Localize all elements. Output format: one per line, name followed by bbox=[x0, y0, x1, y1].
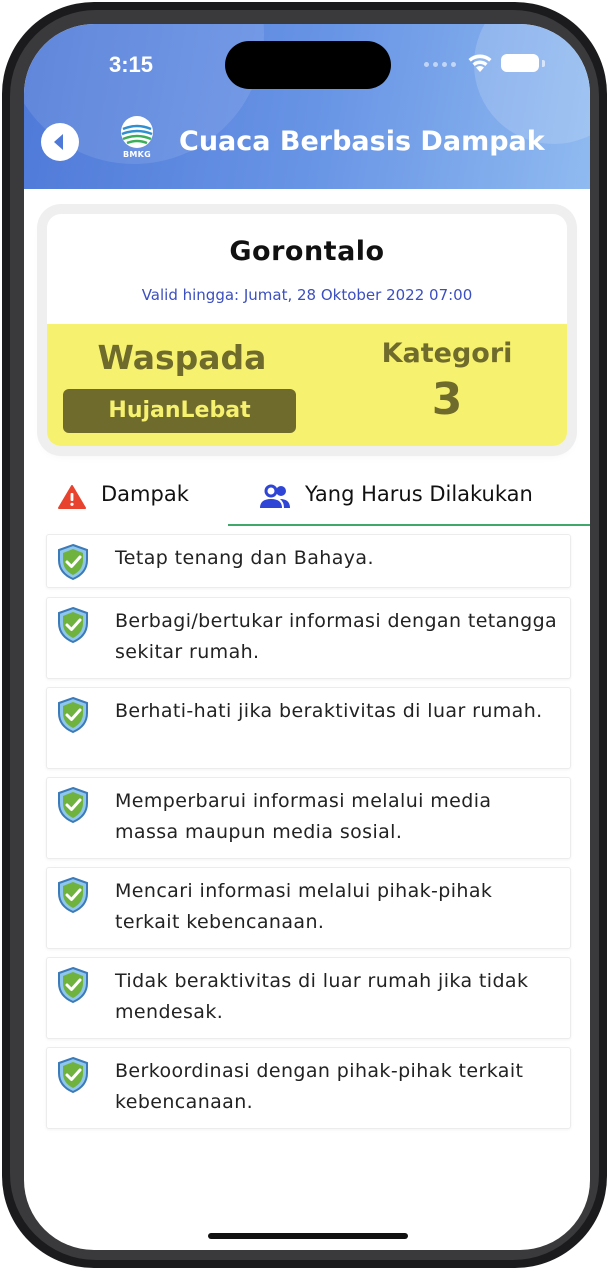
list-item-text: Mencari informasi melalui pihak-pihak te… bbox=[115, 880, 493, 933]
shield-check-icon bbox=[58, 696, 88, 734]
shield-check-icon bbox=[58, 1056, 88, 1094]
list-item-text: Berbagi/bertukar informasi dengan tetang… bbox=[115, 610, 558, 663]
tab-yang-harus-dilakukan[interactable]: Yang Harus Dilakukan bbox=[228, 474, 590, 526]
shield-check-icon bbox=[58, 606, 88, 644]
list-item: Tidak beraktivitas di luar rumah jika ti… bbox=[46, 957, 571, 1039]
warning-card: Gorontalo Valid hingga: Jumat, 28 Oktobe… bbox=[47, 214, 567, 446]
category-label: Kategori bbox=[381, 338, 513, 369]
tab-dampak-label: Dampak bbox=[101, 482, 189, 506]
list-item-text: Berkoordinasi dengan pihak-pihak terkait… bbox=[115, 1060, 524, 1113]
valid-until: Valid hingga: Jumat, 28 Oktober 2022 07:… bbox=[141, 286, 473, 304]
battery-icon bbox=[501, 54, 539, 72]
shield-check-icon bbox=[58, 786, 88, 824]
list-item: Berhati-hati jika beraktivitas di luar r… bbox=[46, 687, 571, 769]
category-value: 3 bbox=[431, 374, 463, 425]
people-icon bbox=[260, 484, 290, 508]
bmkg-logo: BMKG bbox=[114, 114, 160, 162]
list-item-text: Tetap tenang dan Bahaya. bbox=[115, 547, 374, 569]
wifi-icon bbox=[468, 54, 492, 72]
list-item-text: Berhati-hati jika beraktivitas di luar r… bbox=[115, 700, 543, 722]
list-item-text: Tidak beraktivitas di luar rumah jika ti… bbox=[115, 970, 529, 1023]
dynamic-island bbox=[225, 41, 391, 89]
status-time: 3:15 bbox=[108, 52, 154, 77]
phone-frame: 3:15 BMKG Cuaca Berbasis Dampak Gorontal… bbox=[2, 2, 607, 1268]
alert-level: Waspada bbox=[97, 338, 267, 377]
logo-label: BMKG bbox=[122, 150, 152, 159]
city-name: Gorontalo bbox=[229, 236, 385, 267]
app-header: 3:15 BMKG Cuaca Berbasis Dampak bbox=[24, 24, 590, 189]
page-title: Cuaca Berbasis Dampak bbox=[179, 126, 545, 157]
back-button[interactable] bbox=[41, 123, 79, 161]
back-arrow-icon bbox=[54, 134, 63, 150]
hazard-badge: HujanLebat bbox=[63, 389, 296, 433]
shield-check-icon bbox=[58, 543, 88, 581]
shield-check-icon bbox=[58, 966, 88, 1004]
tab-dampak[interactable]: Dampak bbox=[49, 474, 229, 524]
list-item: Memperbarui informasi melalui media mass… bbox=[46, 777, 571, 859]
home-indicator[interactable] bbox=[208, 1233, 408, 1239]
shield-check-icon bbox=[58, 876, 88, 914]
list-item-text: Memperbarui informasi melalui media mass… bbox=[115, 790, 492, 843]
battery-cap bbox=[542, 60, 545, 67]
status-icons bbox=[424, 52, 564, 78]
list-item: Berbagi/bertukar informasi dengan tetang… bbox=[46, 597, 571, 679]
bmkg-logo-icon bbox=[121, 116, 153, 148]
list-item: Berkoordinasi dengan pihak-pihak terkait… bbox=[46, 1047, 571, 1129]
signal-icon bbox=[424, 62, 458, 68]
list-item: Mencari informasi melalui pihak-pihak te… bbox=[46, 867, 571, 949]
alert-panel: Waspada HujanLebat Kategori 3 bbox=[47, 324, 567, 446]
action-list: Tetap tenang dan Bahaya. Berbagi/bertuka… bbox=[46, 534, 571, 1134]
tab-dilakukan-label: Yang Harus Dilakukan bbox=[305, 482, 533, 506]
list-item: Tetap tenang dan Bahaya. bbox=[46, 534, 571, 588]
warning-icon bbox=[58, 485, 86, 509]
screen: 3:15 BMKG Cuaca Berbasis Dampak Gorontal… bbox=[24, 24, 590, 1250]
